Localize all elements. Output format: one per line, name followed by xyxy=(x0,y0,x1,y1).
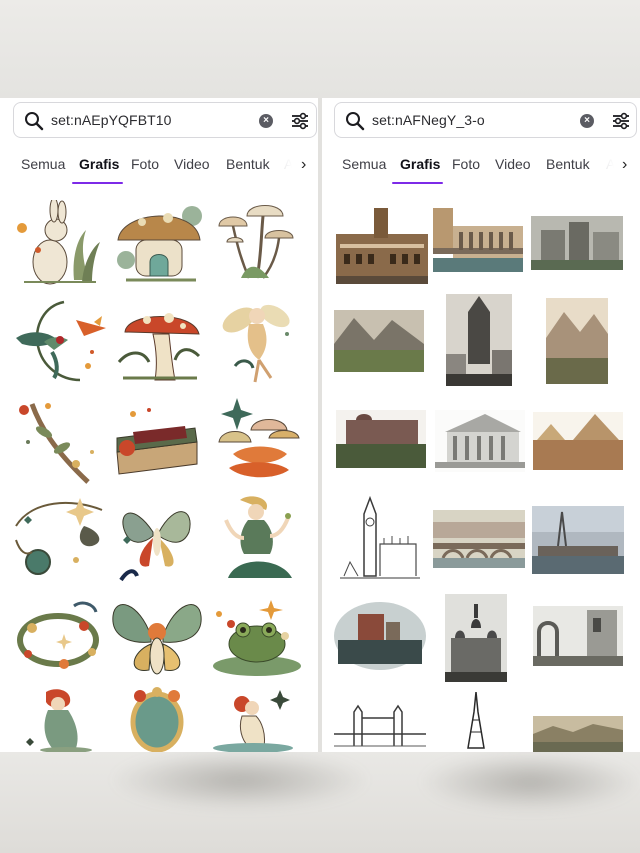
floral-wreath-graphic[interactable] xyxy=(12,598,106,678)
bathing-woman-graphic[interactable] xyxy=(208,688,298,752)
saint-basil-photo[interactable] xyxy=(445,594,507,682)
mushroom-house-graphic[interactable] xyxy=(112,200,206,286)
orange-mushrooms-graphic[interactable] xyxy=(215,394,301,486)
red-mushroom-graphic[interactable] xyxy=(113,294,205,386)
chevron-right-icon[interactable]: › xyxy=(301,156,313,176)
sitting-woman-graphic[interactable] xyxy=(222,494,296,588)
search-icon xyxy=(25,112,44,131)
photo-shadow xyxy=(110,750,370,810)
mirror-graphic[interactable] xyxy=(126,686,188,752)
right-panel: set:nAFNegY_3-o × Semua Grafis Foto Vide… xyxy=(322,98,640,752)
mountain-valley-photo[interactable] xyxy=(334,310,424,372)
rabbit-graphic[interactable] xyxy=(14,200,102,290)
mushrooms-graphic[interactable] xyxy=(217,198,297,286)
tab-foto[interactable]: Foto xyxy=(131,156,159,172)
tab-semua[interactable]: Semua xyxy=(21,156,65,172)
manor-house-photo[interactable] xyxy=(336,410,426,468)
panorama-photo[interactable] xyxy=(533,716,623,752)
butterfly-woman-graphic[interactable] xyxy=(109,592,205,684)
hummingbird-graphic[interactable] xyxy=(14,296,106,388)
eiffel-tower-sketch[interactable] xyxy=(464,692,488,750)
pocket-watch-graphic[interactable] xyxy=(12,496,106,588)
alps-photo[interactable] xyxy=(546,298,608,384)
classical-building-photo[interactable] xyxy=(435,410,525,472)
frog-graphic[interactable] xyxy=(211,596,303,678)
clear-search-icon[interactable]: × xyxy=(259,114,273,128)
active-tab-indicator xyxy=(392,182,443,184)
tab-grafis[interactable]: Grafis xyxy=(79,156,119,172)
top-background xyxy=(0,0,640,98)
tower-bridge-sketch[interactable] xyxy=(334,704,426,750)
tab-bentuk[interactable]: Bentuk xyxy=(226,156,270,172)
bridge-river-photo[interactable] xyxy=(433,510,525,568)
tab-foto[interactable]: Foto xyxy=(452,156,480,172)
category-tabs: Semua Grafis Foto Video Bentuk Au › xyxy=(0,152,318,186)
branch-graphic[interactable] xyxy=(14,396,100,490)
book-graphic[interactable] xyxy=(111,408,203,482)
venice-palace-photo[interactable] xyxy=(433,208,523,272)
tab-semua[interactable]: Semua xyxy=(342,156,386,172)
castle-photo[interactable] xyxy=(531,216,623,270)
island-castle-photo[interactable] xyxy=(334,602,426,670)
tab-bentuk[interactable]: Bentuk xyxy=(546,156,590,172)
pyramids-photo[interactable] xyxy=(533,412,623,470)
left-panel: set:nAEpYQFBT10 × Semua Grafis Foto Vide… xyxy=(0,98,318,752)
clear-search-icon[interactable]: × xyxy=(580,114,594,128)
search-input[interactable]: set:nAFNegY_3-o xyxy=(372,112,485,128)
butterfly-fairy-graphic[interactable] xyxy=(113,492,201,584)
ruins-photo[interactable] xyxy=(533,606,623,666)
search-bar[interactable]: set:nAFNegY_3-o × xyxy=(334,102,637,138)
photo-shadow xyxy=(420,752,640,812)
fairy-graphic[interactable] xyxy=(215,294,295,386)
search-bar[interactable]: set:nAEpYQFBT10 × xyxy=(13,102,317,138)
big-ben-sketch[interactable] xyxy=(340,492,420,584)
category-tabs: Semua Grafis Foto Video Bentuk A › xyxy=(322,152,640,186)
gothic-tower-photo[interactable] xyxy=(446,294,512,386)
search-input[interactable]: set:nAEpYQFBT10 xyxy=(51,112,172,128)
tab-video[interactable]: Video xyxy=(495,156,531,172)
filter-icon[interactable] xyxy=(611,111,631,131)
chevron-right-icon[interactable]: › xyxy=(622,156,634,176)
city-hall-photo[interactable] xyxy=(336,204,428,286)
tab-video[interactable]: Video xyxy=(174,156,210,172)
filter-icon[interactable] xyxy=(290,111,310,131)
mermaid-graphic[interactable] xyxy=(26,688,98,752)
tab-grafis[interactable]: Grafis xyxy=(400,156,440,172)
active-tab-indicator xyxy=(72,182,123,184)
search-icon xyxy=(346,112,365,131)
harbor-photo[interactable] xyxy=(532,506,624,574)
